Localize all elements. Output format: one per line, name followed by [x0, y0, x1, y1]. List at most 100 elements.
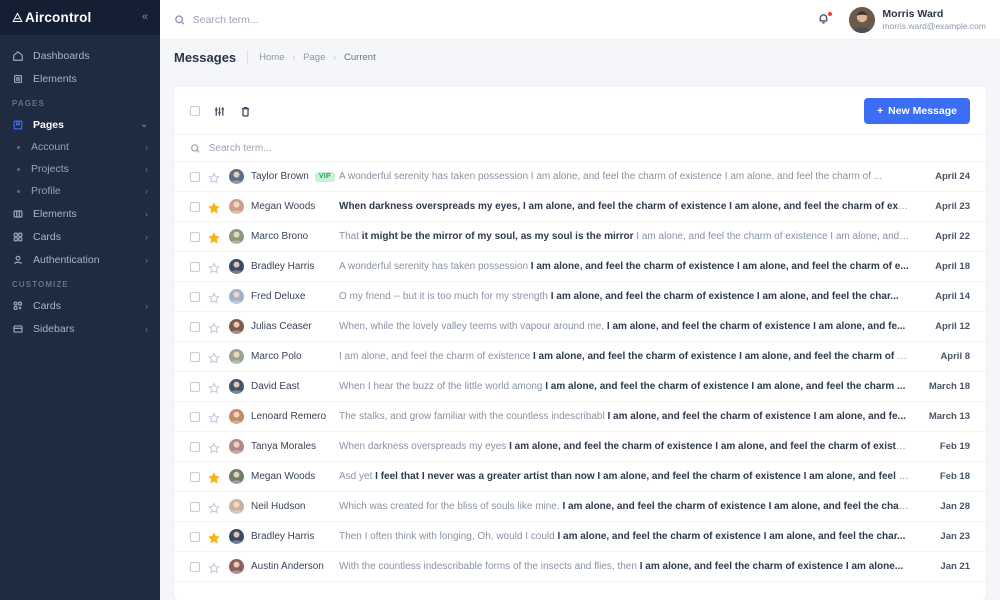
- row-checkbox[interactable]: [190, 501, 200, 512]
- message-date: Jan 21: [940, 561, 970, 572]
- row-checkbox[interactable]: [190, 411, 200, 422]
- row-checkbox[interactable]: [190, 231, 200, 242]
- sidebar-item-projects[interactable]: Projects ›: [0, 158, 160, 180]
- avatar: [229, 379, 244, 394]
- sidebar-item-elements-2[interactable]: Elements ›: [0, 202, 160, 225]
- star-outline-icon[interactable]: [208, 261, 220, 274]
- sender-name: Megan Woods: [251, 201, 339, 212]
- notifications-button[interactable]: [817, 10, 834, 28]
- star-outline-icon[interactable]: [208, 411, 220, 424]
- chevron-right-icon: ›: [145, 164, 148, 174]
- sidebar-item-profile[interactable]: Profile ›: [0, 180, 160, 202]
- row-checkbox[interactable]: [190, 291, 200, 302]
- search-input[interactable]: [192, 13, 810, 26]
- table-row[interactable]: Marco Polo I am alone, and feel the charm…: [174, 342, 986, 372]
- star-filled-icon[interactable]: [208, 201, 220, 213]
- avatar: [229, 529, 244, 544]
- star-outline-icon[interactable]: [208, 561, 220, 574]
- message-snippet: A wonderful serenity has taken possessio…: [339, 261, 909, 272]
- star-outline-icon[interactable]: [208, 321, 220, 334]
- row-checkbox[interactable]: [190, 531, 200, 542]
- avatar: [229, 169, 244, 184]
- sidebar-item-label: Elements: [33, 207, 77, 220]
- sender-name: Austin Anderson: [251, 561, 339, 572]
- sidebar-item-label: Authentication: [33, 253, 100, 266]
- table-row[interactable]: Tanya Morales When darkness overspreads m…: [174, 432, 986, 462]
- grid-icon: [12, 231, 24, 243]
- sidebar-item-sidebars[interactable]: Sidebars ›: [0, 317, 160, 340]
- select-all-checkbox[interactable]: [190, 106, 200, 116]
- row-checkbox[interactable]: [190, 261, 200, 272]
- sidebar-item-pages[interactable]: Pages ⌄: [0, 113, 160, 136]
- message-date: Feb 18: [939, 471, 970, 482]
- table-row[interactable]: Lenoard Remero The stalks, and grow famil…: [174, 402, 986, 432]
- search-icon: [191, 143, 200, 153]
- table-row[interactable]: Megan Woods Asd yet I feel that I never w…: [174, 462, 986, 492]
- trash-icon[interactable]: [239, 105, 252, 118]
- table-row[interactable]: Taylor Brown VIP A wonderful serenity has …: [174, 162, 986, 192]
- bullet-icon: [17, 167, 20, 171]
- sender-name: Lenoard Remero: [251, 411, 339, 422]
- row-checkbox[interactable]: [190, 441, 200, 452]
- star-outline-icon[interactable]: [208, 351, 220, 364]
- message-date: Jan 23: [940, 531, 970, 542]
- star-outline-icon[interactable]: [208, 381, 220, 394]
- table-row[interactable]: David East When I hear the buzz of the li…: [174, 372, 986, 402]
- sidebar-item-customize-cards[interactable]: Cards ›: [0, 294, 160, 317]
- row-checkbox[interactable]: [190, 471, 200, 482]
- star-filled-icon[interactable]: [208, 531, 220, 543]
- message-snippet: Which was created for the bliss of souls…: [339, 501, 911, 512]
- star-filled-icon[interactable]: [208, 471, 220, 483]
- user-name: Morris Ward: [882, 7, 944, 20]
- sidebar-item-elements[interactable]: Elements: [0, 67, 160, 90]
- list-search[interactable]: [174, 134, 986, 162]
- table-row[interactable]: Austin Anderson With the countless indesc…: [174, 552, 986, 582]
- table-row[interactable]: Megan Woods When darkness overspreads my …: [174, 192, 986, 222]
- sidebar-icon: [12, 323, 24, 335]
- sender-name: Taylor Brown VIP: [251, 171, 339, 182]
- global-search[interactable]: [174, 13, 810, 26]
- new-message-button[interactable]: + New Message: [863, 98, 970, 124]
- bullet-icon: [17, 189, 20, 193]
- breadcrumb-item-page[interactable]: Page: [303, 52, 325, 63]
- table-row[interactable]: Julias Ceaser When, while the lovely vall…: [174, 312, 986, 342]
- row-checkbox[interactable]: [190, 201, 200, 212]
- row-checkbox[interactable]: [190, 351, 200, 362]
- table-row[interactable]: Bradley Harris Then I often think with lo…: [174, 522, 986, 552]
- brand-logo[interactable]: Aircontrol: [12, 10, 92, 25]
- row-checkbox[interactable]: [190, 561, 200, 572]
- table-row[interactable]: Bradley Harris A wonderful serenity has t…: [174, 252, 986, 282]
- list-search-input[interactable]: [208, 142, 970, 154]
- sidebar-item-label: Cards: [33, 299, 62, 312]
- table-row[interactable]: Marco Brono That it might be the mirror o…: [174, 222, 986, 252]
- breadcrumb-item-home[interactable]: Home: [259, 52, 284, 63]
- table-row[interactable]: Fred Deluxe O my friend -- but it is too …: [174, 282, 986, 312]
- message-date: April 12: [935, 321, 970, 332]
- sidebar-item-cards[interactable]: Cards ›: [0, 225, 160, 248]
- star-outline-icon[interactable]: [208, 441, 220, 454]
- star-outline-icon[interactable]: [208, 291, 220, 304]
- sliders-icon[interactable]: [213, 105, 226, 118]
- sidebar-item-dashboards[interactable]: Dashboards: [0, 44, 160, 67]
- star-outline-icon[interactable]: [208, 171, 220, 184]
- row-checkbox[interactable]: [190, 171, 200, 182]
- sidebar-collapse-icon[interactable]: «: [142, 12, 148, 23]
- sidebar-item-authentication[interactable]: Authentication ›: [0, 248, 160, 271]
- chevron-right-icon: ›: [292, 52, 296, 62]
- sender-label: Julias Ceaser: [251, 321, 312, 332]
- star-filled-icon[interactable]: [208, 231, 220, 243]
- chevron-right-icon: ›: [145, 300, 148, 311]
- row-checkbox[interactable]: [190, 321, 200, 332]
- home-icon: [12, 50, 24, 62]
- plus-icon: +: [876, 105, 884, 117]
- star-outline-icon[interactable]: [208, 501, 220, 514]
- search-icon: [175, 14, 185, 25]
- message-snippet: The stalks, and grow familiar with the c…: [339, 411, 906, 422]
- new-message-label: New Message: [888, 105, 957, 117]
- sidebar-section-pages-title: PAGES: [12, 99, 45, 108]
- row-checkbox[interactable]: [190, 381, 200, 392]
- table-row[interactable]: Neil Hudson Which was created for the bli…: [174, 492, 986, 522]
- user-menu[interactable]: Morris Ward morris.ward@example.com: [849, 6, 986, 33]
- sender-label: Taylor Brown: [251, 171, 309, 182]
- sidebar-item-account[interactable]: Account ›: [0, 136, 160, 158]
